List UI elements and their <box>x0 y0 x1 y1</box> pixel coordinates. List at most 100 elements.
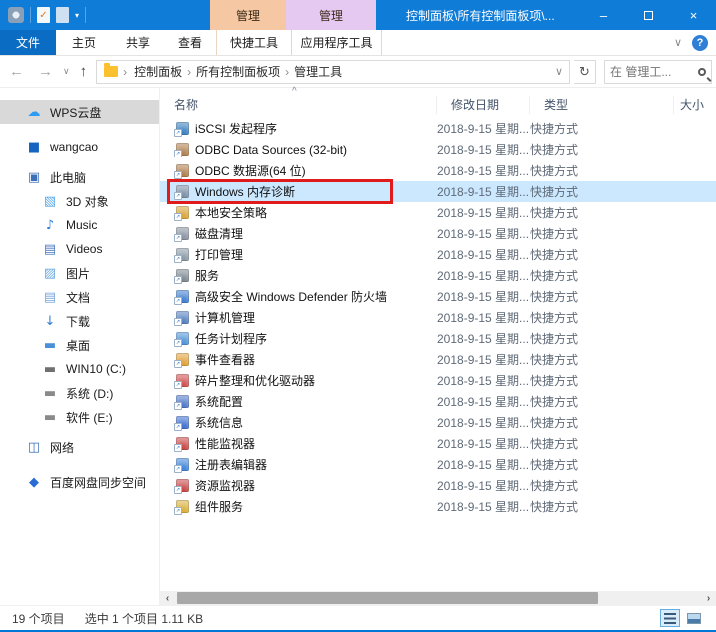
collapse-ribbon-chevron-icon[interactable]: ∨ <box>674 36 682 49</box>
sidebar-item[interactable]: ■wangcao <box>0 135 159 159</box>
scroll-right-icon[interactable]: › <box>701 593 716 604</box>
file-menu-button[interactable]: 文件 <box>0 30 56 55</box>
sidebar-item[interactable]: ▬桌面 <box>0 333 159 357</box>
sidebar-item[interactable]: ◆百度网盘同步空间 <box>0 470 159 494</box>
column-header-type[interactable]: 类型 <box>530 96 674 114</box>
table-row[interactable]: 系统配置2018-9-15 星期...快捷方式 <box>160 391 716 412</box>
search-input[interactable] <box>610 65 696 79</box>
scroll-left-icon[interactable]: ‹ <box>160 593 175 604</box>
sidebar-item-label: 图片 <box>66 265 90 282</box>
address-dropdown-chevron-icon[interactable]: ∨ <box>555 65 563 78</box>
table-row[interactable]: 本地安全策略2018-9-15 星期...快捷方式 <box>160 202 716 223</box>
baidu-netdisk-icon: ◆ <box>26 475 42 490</box>
up-icon[interactable]: ↑ <box>75 63 93 80</box>
refresh-icon: ↻ <box>579 64 590 80</box>
table-row[interactable]: 注册表编辑器2018-9-15 星期...快捷方式 <box>160 454 716 475</box>
table-row[interactable]: 磁盘清理2018-9-15 星期...快捷方式 <box>160 223 716 244</box>
table-row[interactable]: iSCSI 发起程序2018-9-15 星期...快捷方式 <box>160 118 716 139</box>
sidebar-item[interactable]: ◫网络 <box>0 435 159 459</box>
table-row[interactable]: ODBC Data Sources (32-bit)2018-9-15 星期..… <box>160 139 716 160</box>
column-header-name[interactable]: 名称 <box>160 96 437 114</box>
sidebar-item[interactable]: ▬WIN10 (C:) <box>0 357 159 381</box>
file-date: 2018-9-15 星期... <box>437 162 530 179</box>
customize-toolbar-chevron-icon[interactable]: ▾ <box>75 11 79 20</box>
sidebar-item[interactable]: ▤Videos <box>0 237 159 261</box>
table-row[interactable]: Windows 内存诊断2018-9-15 星期...快捷方式 <box>160 181 716 202</box>
table-row[interactable]: 打印管理2018-9-15 星期...快捷方式 <box>160 244 716 265</box>
drive-d-icon: ▬ <box>42 386 58 401</box>
file-type: 快捷方式 <box>530 183 674 200</box>
table-row[interactable]: 高级安全 Windows Defender 防火墙2018-9-15 星期...… <box>160 286 716 307</box>
address-box[interactable]: › 控制面板›所有控制面板项›管理工具 ∨ <box>96 60 570 84</box>
sidebar-item[interactable]: ☁WPS云盘 <box>0 100 159 124</box>
network-icon: ◫ <box>26 440 42 455</box>
file-date: 2018-9-15 星期... <box>437 330 530 347</box>
sidebar-item[interactable]: ▤文档 <box>0 285 159 309</box>
ribbon-tab[interactable]: 主页 <box>56 30 112 55</box>
refresh-button[interactable]: ↻ <box>574 60 596 84</box>
table-row[interactable]: 资源监视器2018-9-15 星期...快捷方式 <box>160 475 716 496</box>
table-row[interactable]: 系统信息2018-9-15 星期...快捷方式 <box>160 412 716 433</box>
scrollbar-track[interactable] <box>175 591 701 605</box>
forward-icon[interactable]: → <box>33 63 58 80</box>
file-type: 快捷方式 <box>530 330 674 347</box>
sidebar-item[interactable]: ▨图片 <box>0 261 159 285</box>
sidebar-item-label: WPS云盘 <box>50 104 101 121</box>
table-row[interactable]: 性能监视器2018-9-15 星期...快捷方式 <box>160 433 716 454</box>
file-type: 快捷方式 <box>530 477 674 494</box>
computer-management-icon <box>176 311 189 324</box>
breadcrumb-item[interactable]: 所有控制面板项 <box>191 63 285 80</box>
properties-icon[interactable]: ✓ <box>37 7 50 23</box>
help-icon[interactable]: ? <box>692 35 708 51</box>
horizontal-scrollbar[interactable]: ‹ › <box>160 591 716 605</box>
thumbnail-view-button[interactable] <box>684 609 704 627</box>
search-box[interactable] <box>604 60 712 84</box>
ribbon-tab[interactable]: 查看 <box>164 30 216 55</box>
column-header-size[interactable]: 大小 <box>674 96 716 114</box>
minimize-button[interactable]: – <box>581 0 626 30</box>
table-row[interactable]: 碎片整理和优化驱动器2018-9-15 星期...快捷方式 <box>160 370 716 391</box>
title-bar: ✓ . ▾ 管理管理 控制面板\所有控制面板项\... – × <box>0 0 716 30</box>
sidebar-item-label: 3D 对象 <box>66 193 109 210</box>
table-row[interactable]: 任务计划程序2018-9-15 星期...快捷方式 <box>160 328 716 349</box>
recent-locations-chevron-icon[interactable]: ∨ <box>62 66 71 77</box>
column-header-date[interactable]: 修改日期 <box>437 96 530 114</box>
table-row[interactable]: 组件服务2018-9-15 星期...快捷方式 <box>160 496 716 517</box>
defrag-icon <box>176 374 189 387</box>
ribbon-tab[interactable]: 快捷工具 <box>216 30 292 55</box>
maximize-button[interactable] <box>626 0 671 30</box>
table-row[interactable]: 事件查看器2018-9-15 星期...快捷方式 <box>160 349 716 370</box>
event-viewer-icon <box>176 353 189 366</box>
table-row[interactable]: 计算机管理2018-9-15 星期...快捷方式 <box>160 307 716 328</box>
table-row[interactable]: ODBC 数据源(64 位)2018-9-15 星期...快捷方式 <box>160 160 716 181</box>
location-icon <box>104 66 118 77</box>
ribbon-tab[interactable]: 应用程序工具 <box>292 30 382 55</box>
close-button[interactable]: × <box>671 0 716 30</box>
ribbon-tab[interactable]: 共享 <box>112 30 164 55</box>
file-date: 2018-9-15 星期... <box>437 120 530 137</box>
crumb-separator: › <box>123 65 127 79</box>
sidebar-item[interactable]: ▧3D 对象 <box>0 189 159 213</box>
contextual-tab[interactable]: 管理 <box>210 0 286 30</box>
sidebar-item[interactable]: ♪Music <box>0 213 159 237</box>
component-services-icon <box>176 500 189 513</box>
scrollbar-thumb[interactable] <box>177 592 598 604</box>
sidebar-item[interactable]: ↓下载 <box>0 309 159 333</box>
sidebar-item-label: 文档 <box>66 289 90 306</box>
contextual-tab[interactable]: 管理 <box>286 0 376 30</box>
back-icon[interactable]: ← <box>4 63 29 80</box>
sidebar-item-label: 下载 <box>66 313 90 330</box>
sort-ascending-icon[interactable]: ^ <box>292 86 297 97</box>
breadcrumb-item[interactable]: 控制面板 <box>129 63 187 80</box>
details-view-icon <box>664 613 676 624</box>
ribbon-tabs: 主页共享查看快捷工具应用程序工具 <box>56 30 382 55</box>
sidebar-item[interactable]: ▬软件 (E:) <box>0 405 159 429</box>
new-folder-icon[interactable]: . <box>56 7 69 23</box>
sidebar-item[interactable]: ▣此电脑 <box>0 165 159 189</box>
table-row[interactable]: 服务2018-9-15 星期...快捷方式 <box>160 265 716 286</box>
drive-c-icon: ▬ <box>42 362 58 377</box>
breadcrumb-item[interactable]: 管理工具 <box>289 63 347 80</box>
sidebar-item[interactable]: ▬系统 (D:) <box>0 381 159 405</box>
details-view-button[interactable] <box>660 609 680 627</box>
selection-info: 选中 1 个项目 1.11 KB <box>85 610 203 627</box>
